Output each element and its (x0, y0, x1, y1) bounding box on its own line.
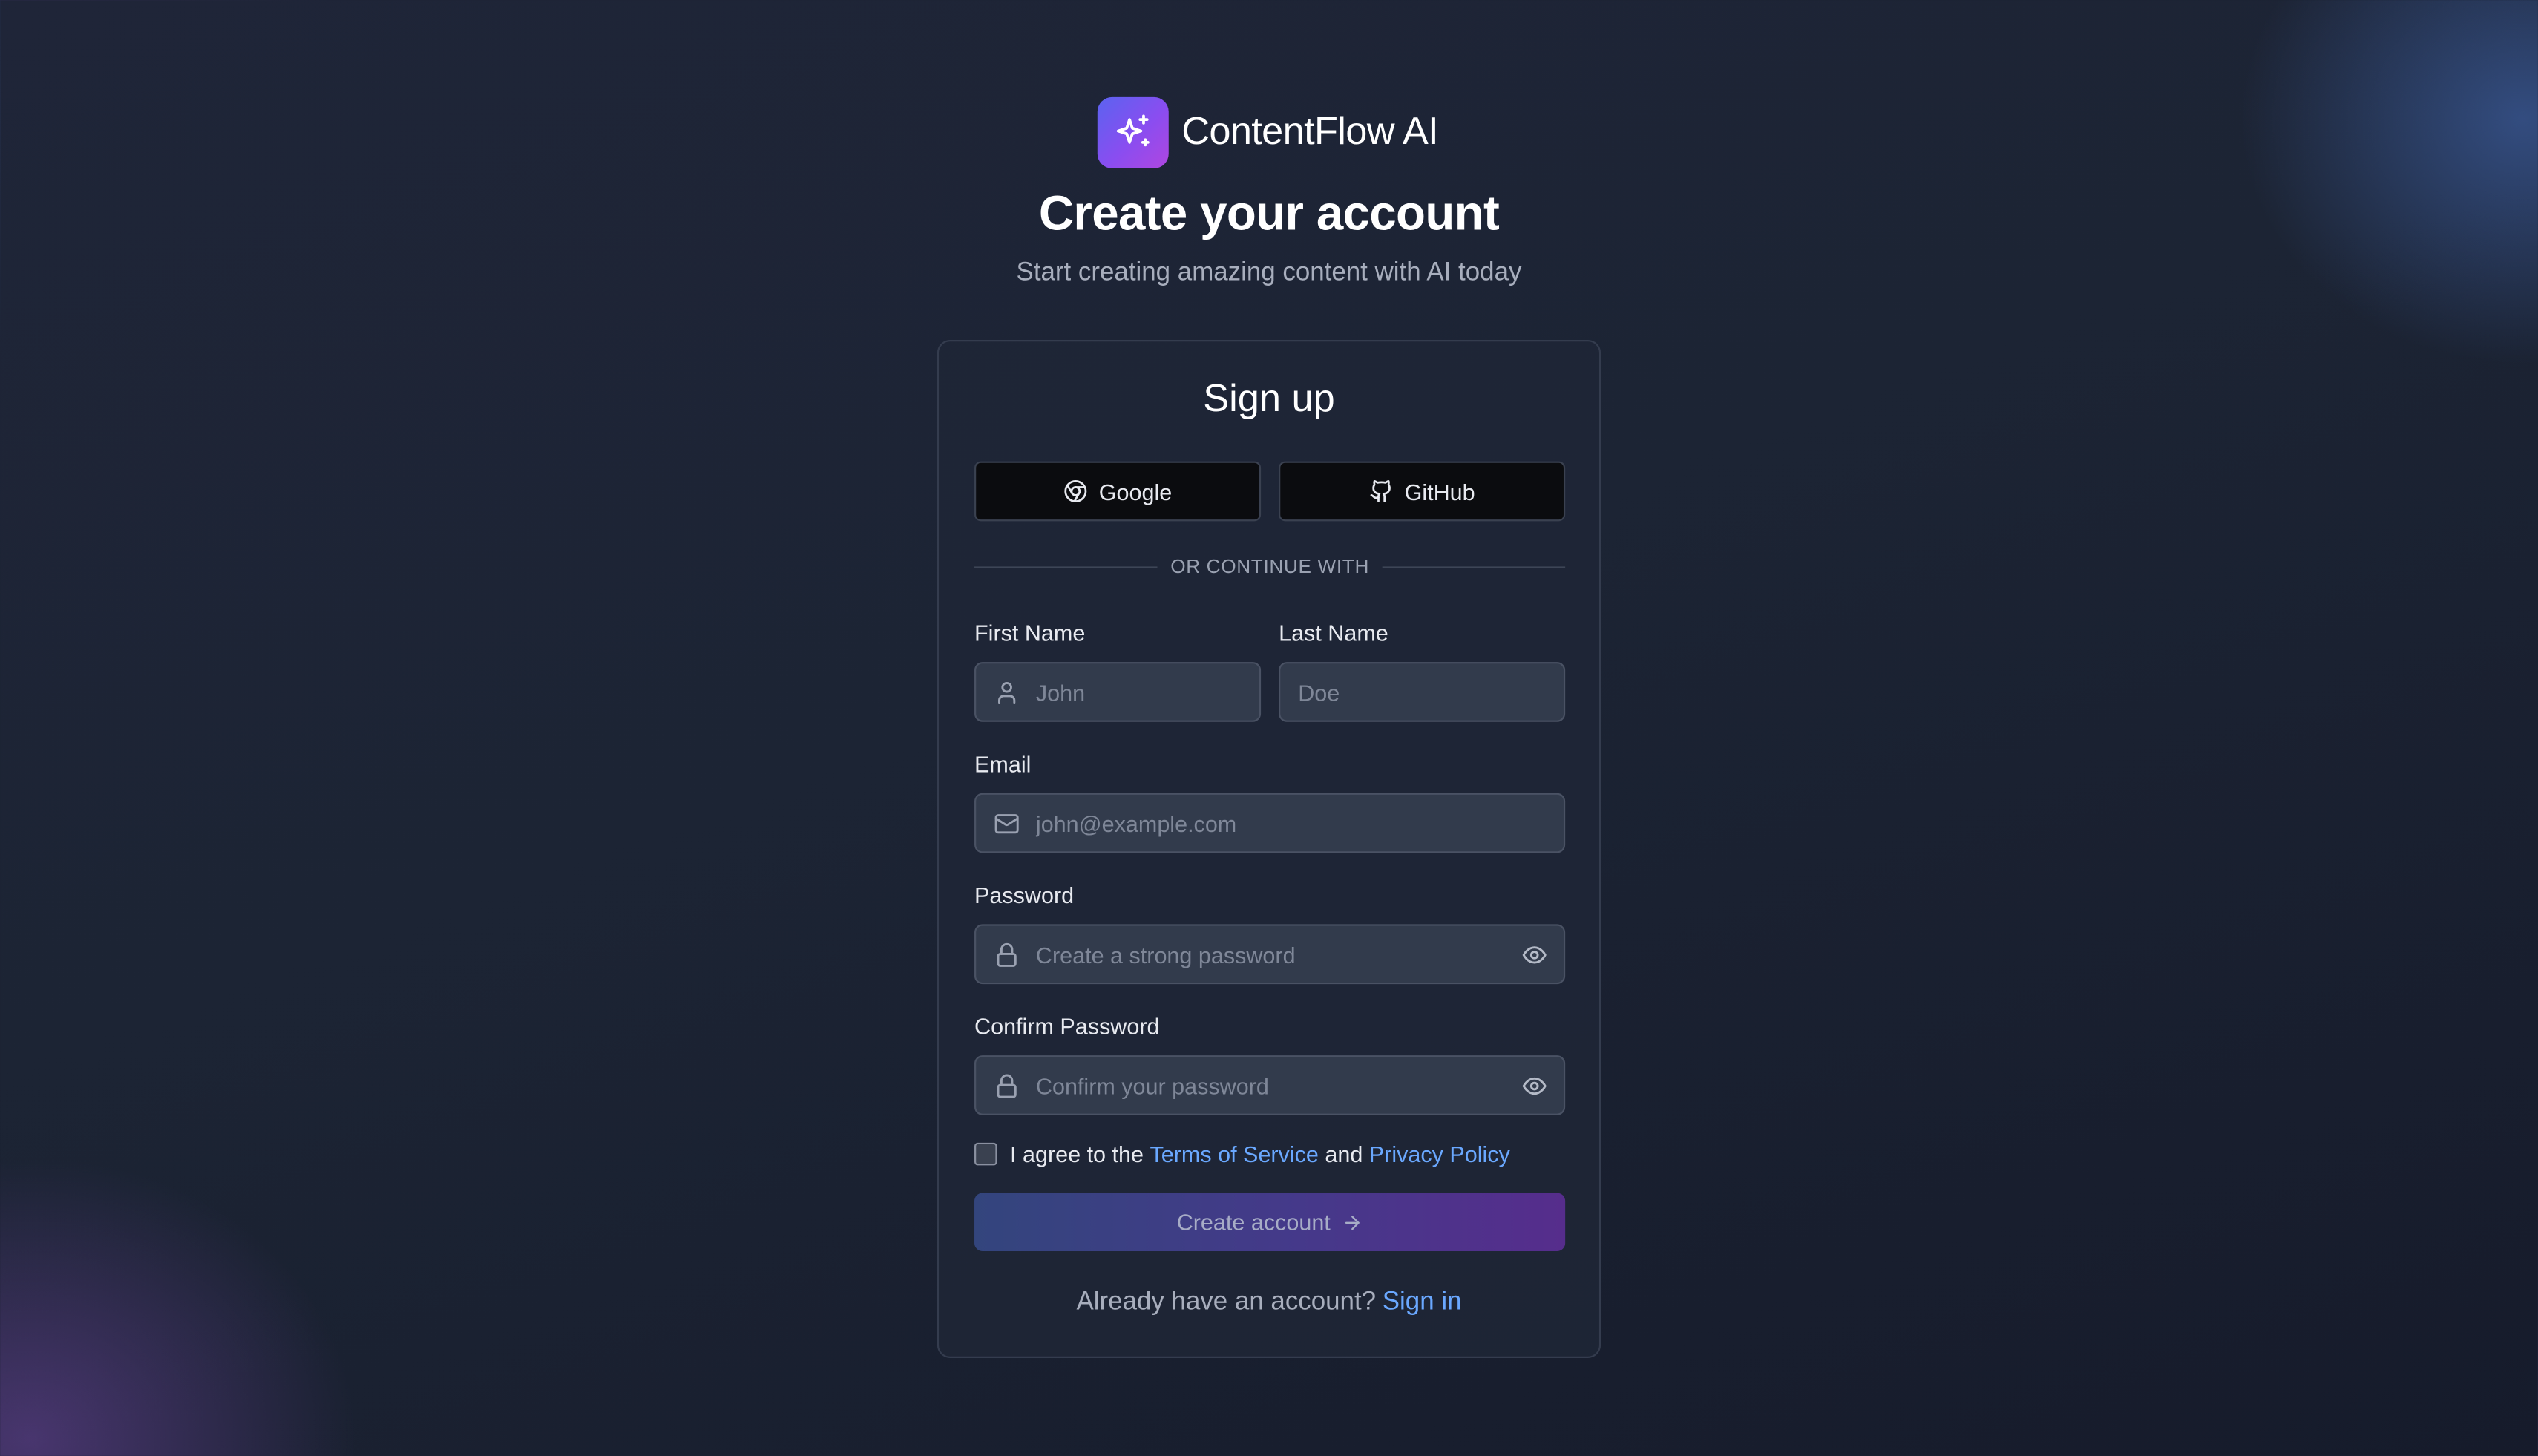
password-label: Password (974, 882, 1075, 908)
divider-line-left (974, 565, 1158, 568)
terms-of-service-link[interactable]: Terms of Service (1150, 1141, 1318, 1167)
github-icon (1369, 479, 1391, 502)
user-icon (998, 681, 1016, 704)
first-name-field (974, 662, 1262, 722)
signin-link[interactable]: Sign in (1383, 1288, 1462, 1316)
divider: OR CONTINUE WITH (974, 554, 1566, 580)
google-label: Google (1098, 478, 1173, 505)
agree-prefix: I agree to the (1010, 1141, 1144, 1167)
terms-agreement: I agree to the Terms of Service and Priv… (974, 1141, 1510, 1167)
divider-text: OR CONTINUE WITH (1170, 555, 1370, 578)
page-title: Create your account (1038, 188, 1500, 241)
eye-icon[interactable] (1521, 1073, 1547, 1099)
chrome-icon (1064, 479, 1087, 502)
password-input[interactable] (976, 925, 1564, 983)
mail-icon (994, 814, 1019, 834)
eye-icon[interactable] (1521, 942, 1547, 968)
create-account-label: Create account (1176, 1209, 1331, 1236)
github-label: GitHub (1404, 478, 1475, 505)
signup-card: Sign up Google GitHub OR CONTINUE WITH F… (937, 340, 1601, 1358)
brand-name: ContentFlow AI (1181, 110, 1439, 154)
email-label: Email (974, 751, 1032, 777)
last-name-label: Last Name (1279, 620, 1388, 646)
signin-prompt: Already have an account? Sign in (939, 1288, 1599, 1317)
signin-prompt-text: Already have an account? (1076, 1288, 1377, 1316)
last-name-field (1279, 662, 1566, 722)
lock-icon (997, 1074, 1017, 1098)
confirm-password-label: Confirm Password (974, 1013, 1160, 1040)
divider-line-right (1382, 565, 1566, 568)
sparkles-icon (1097, 96, 1169, 168)
terms-checkbox[interactable] (974, 1142, 997, 1166)
github-signin-button[interactable]: GitHub (1279, 461, 1566, 522)
privacy-policy-link[interactable]: Privacy Policy (1369, 1141, 1510, 1167)
password-field (974, 924, 1566, 985)
confirm-password-field (974, 1055, 1566, 1115)
page: ContentFlow AI Create your account Start… (0, 0, 2538, 1456)
card-title: Sign up (1203, 377, 1335, 422)
google-signin-button[interactable]: Google (974, 461, 1262, 522)
email-input[interactable] (976, 794, 1564, 852)
confirm-password-input[interactable] (976, 1057, 1564, 1114)
first-name-label: First Name (974, 620, 1086, 646)
page-subtitle: Start creating amazing content with AI t… (1016, 258, 1522, 287)
arrow-right-icon (1345, 1215, 1360, 1230)
email-field (974, 793, 1566, 853)
agree-and: and (1325, 1141, 1363, 1167)
last-name-input[interactable] (1280, 663, 1564, 721)
brand: ContentFlow AI (1097, 96, 1439, 168)
create-account-button[interactable]: Create account (974, 1193, 1566, 1252)
lock-icon (997, 942, 1017, 967)
